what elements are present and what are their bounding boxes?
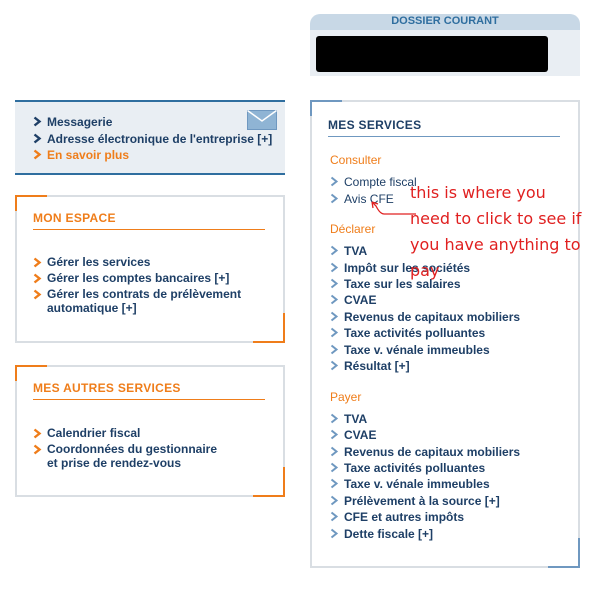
payer-revenus-capitaux-link[interactable]: Revenus de capitaux mobiliers: [330, 445, 520, 459]
chevron-right-icon: [330, 193, 339, 204]
gerer-services-link[interactable]: Gérer les services: [33, 255, 150, 269]
payer-taxe-venale-link[interactable]: Taxe v. vénale immeubles: [330, 477, 490, 491]
chevron-right-icon: [330, 413, 339, 424]
chevron-right-icon: [330, 446, 339, 457]
compte-fiscal-link[interactable]: Compte fiscal: [330, 175, 417, 189]
messagerie-link[interactable]: Messagerie: [33, 115, 112, 129]
chevron-right-icon: [330, 495, 339, 506]
annotation-line: this is where you: [410, 183, 546, 202]
chevron-right-icon: [330, 262, 339, 273]
chevron-right-icon: [330, 176, 339, 187]
annotation-note: this is where you need to click to see i…: [410, 180, 594, 284]
declarer-tva-link[interactable]: TVA: [330, 244, 367, 258]
chevron-right-icon: [33, 444, 42, 455]
chevron-right-icon: [33, 133, 42, 144]
dossier-courant-title: DOSSIER COURANT: [310, 14, 580, 30]
chevron-right-icon: [330, 278, 339, 289]
mon-espace-title: MON ESPACE: [33, 211, 116, 225]
chevron-right-icon: [330, 327, 339, 338]
quick-links-box: Messagerie Adresse électronique de l'ent…: [15, 100, 285, 175]
dossier-courant-body: [310, 30, 580, 76]
payer-cfe-autres-link[interactable]: CFE et autres impôts: [330, 510, 464, 524]
coordonnees-gestionnaire-link[interactable]: Coordonnées du gestionnaire et prise de r…: [33, 442, 217, 470]
declarer-resultat-link[interactable]: Résultat [+]: [330, 359, 410, 373]
section-consulter: Consulter: [330, 153, 382, 167]
calendrier-fiscal-link[interactable]: Calendrier fiscal: [33, 426, 140, 440]
chevron-right-icon: [330, 311, 339, 322]
chevron-right-icon: [33, 257, 42, 268]
payer-cvae-link[interactable]: CVAE: [330, 428, 376, 442]
en-savoir-plus-link[interactable]: En savoir plus: [33, 148, 129, 162]
chevron-right-icon: [33, 428, 42, 439]
chevron-right-icon: [33, 289, 42, 300]
mes-autres-services-panel: MES AUTRES SERVICES Calendrier fiscal Co…: [15, 365, 285, 497]
annotation-line: need to click to see if: [410, 209, 582, 228]
chevron-right-icon: [33, 273, 42, 284]
chevron-right-icon: [33, 116, 42, 127]
section-payer: Payer: [330, 390, 362, 404]
mes-services-panel: MES SERVICES Consulter Compte fiscal Avi…: [310, 100, 580, 568]
declarer-revenus-capitaux-link[interactable]: Revenus de capitaux mobiliers: [330, 310, 520, 324]
envelope-icon[interactable]: [247, 110, 277, 130]
mes-services-title: MES SERVICES: [328, 118, 422, 132]
payer-taxe-activites-link[interactable]: Taxe activités polluantes: [330, 461, 485, 475]
payer-dette-fiscale-link[interactable]: Dette fiscale [+]: [330, 527, 433, 541]
chevron-right-icon: [330, 245, 339, 256]
declarer-cvae-link[interactable]: CVAE: [330, 293, 376, 307]
payer-prelevement-source-link[interactable]: Prélèvement à la source [+]: [330, 494, 500, 508]
chevron-right-icon: [330, 360, 339, 371]
chevron-right-icon: [330, 294, 339, 305]
chevron-right-icon: [330, 511, 339, 522]
chevron-right-icon: [330, 528, 339, 539]
chevron-right-icon: [330, 344, 339, 355]
declarer-taxe-activites-link[interactable]: Taxe activités polluantes: [330, 326, 485, 340]
mon-espace-panel: MON ESPACE Gérer les services Gérer les …: [15, 195, 285, 343]
chevron-right-icon: [33, 149, 42, 160]
annotation-line: you have anything to: [410, 235, 581, 254]
gerer-comptes-bancaires-link[interactable]: Gérer les comptes bancaires [+]: [33, 271, 229, 285]
dossier-courant-panel: DOSSIER COURANT: [310, 14, 580, 76]
chevron-right-icon: [330, 429, 339, 440]
mes-autres-services-title: MES AUTRES SERVICES: [33, 381, 181, 395]
redacted-company-name: [316, 36, 548, 72]
declarer-taxe-venale-link[interactable]: Taxe v. vénale immeubles: [330, 343, 490, 357]
adresse-electronique-link[interactable]: Adresse électronique de l'entreprise [+]: [33, 132, 272, 146]
gerer-contrats-link[interactable]: Gérer les contrats de prélèvement automat…: [33, 287, 241, 315]
chevron-right-icon: [330, 462, 339, 473]
chevron-right-icon: [330, 478, 339, 489]
annotation-line: pay: [410, 261, 440, 280]
payer-tva-link[interactable]: TVA: [330, 412, 367, 426]
